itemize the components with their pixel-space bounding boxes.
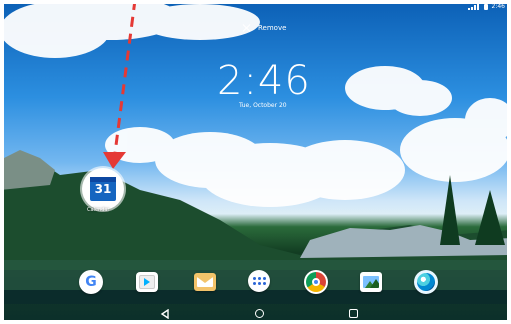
gallery-icon — [363, 276, 379, 288]
home-icon[interactable] — [255, 309, 264, 318]
camera-app-icon[interactable] — [414, 270, 438, 294]
google-app-icon[interactable]: G — [79, 270, 103, 294]
clock-time: 2:46 — [217, 58, 311, 104]
calendar-icon: 31 — [90, 177, 116, 201]
calendar-app-label: Calendar — [87, 207, 110, 213]
all-apps-button[interactable] — [248, 270, 270, 292]
status-indicators: 2:46 — [467, 3, 505, 10]
calendar-day: 31 — [94, 182, 112, 196]
close-icon — [242, 23, 252, 33]
play-store-app-icon[interactable] — [136, 272, 158, 292]
back-icon[interactable] — [160, 309, 170, 319]
clock-date: Tue, October 20 — [239, 102, 287, 109]
signal-icon — [467, 3, 479, 10]
remove-label: Remove — [258, 24, 287, 32]
chrome-icon — [306, 272, 326, 292]
camera-lens-icon — [417, 273, 435, 291]
remove-drop-target[interactable]: Remove — [242, 23, 286, 33]
calendar-app-icon[interactable]: 31 — [82, 168, 124, 210]
apps-grid-icon — [252, 277, 266, 285]
gallery-app-icon[interactable] — [360, 272, 382, 292]
google-g-icon: G — [85, 274, 97, 290]
status-time: 2:46 — [491, 3, 505, 10]
envelope-icon — [197, 277, 213, 287]
recent-apps-icon[interactable] — [349, 309, 358, 318]
play-store-icon — [139, 275, 155, 289]
status-bar: 2:46 — [0, 0, 511, 16]
battery-icon — [483, 3, 488, 10]
play-triangle-icon — [144, 278, 150, 286]
email-app-icon[interactable] — [194, 273, 216, 291]
calendar-icon-header — [90, 177, 116, 182]
chrome-app-icon[interactable] — [304, 270, 328, 294]
